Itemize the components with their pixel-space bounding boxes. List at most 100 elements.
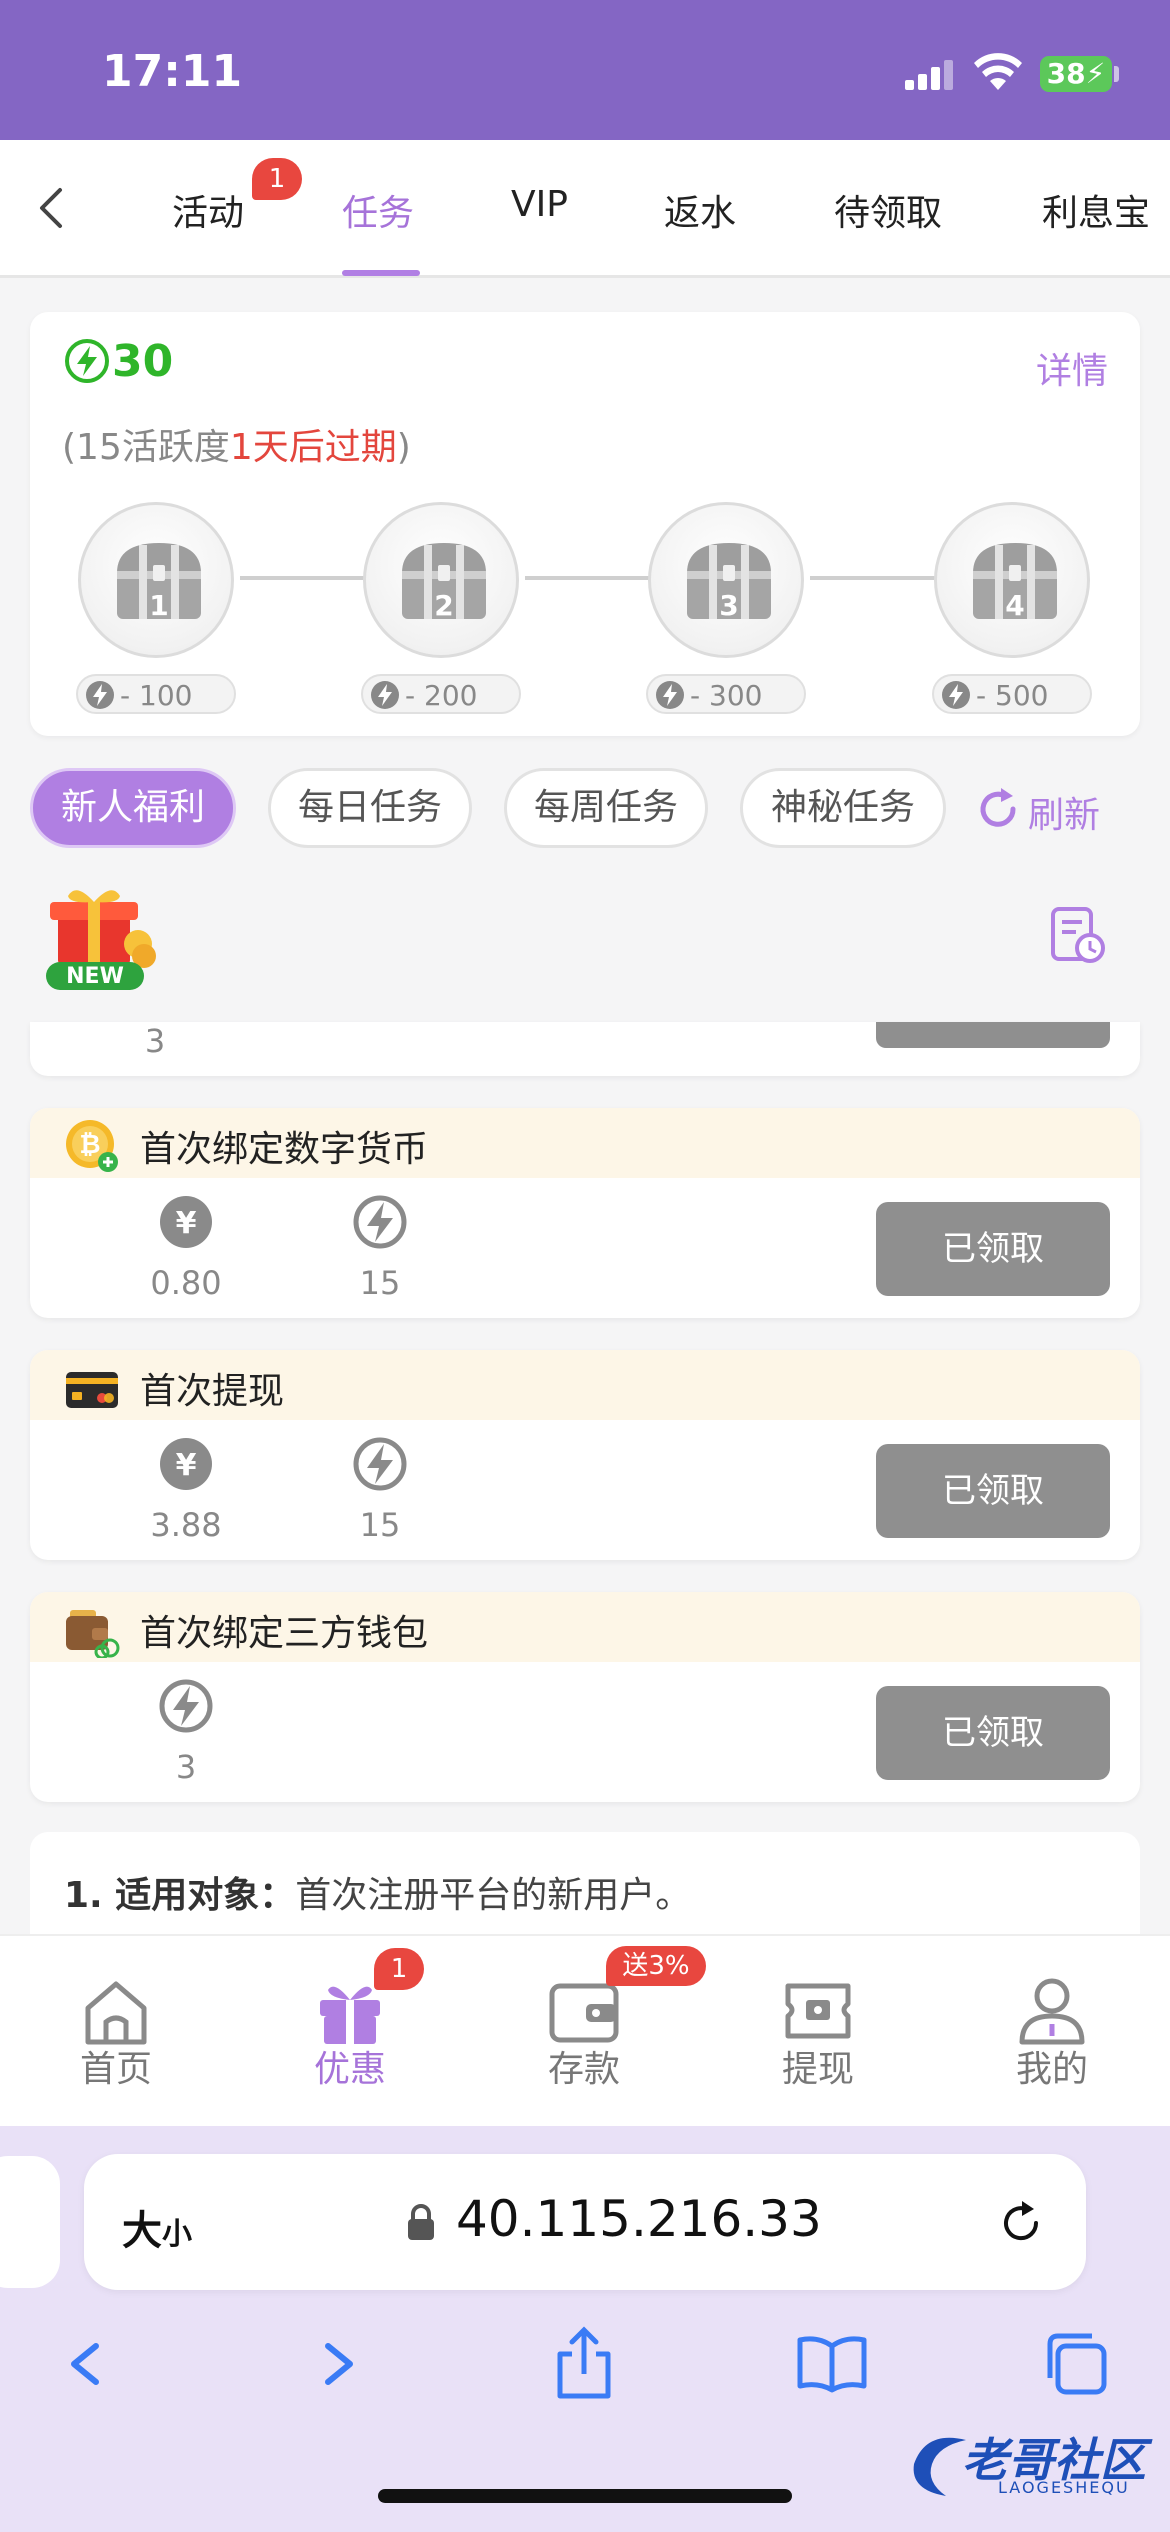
task-header: 首次提现 bbox=[30, 1350, 1140, 1420]
status-bar: 17:11 38⚡ bbox=[0, 0, 1170, 140]
category-newbie[interactable]: 新人福利 bbox=[30, 768, 236, 848]
yuan-icon: ¥ bbox=[160, 1196, 212, 1248]
chest-cost: - 300 bbox=[646, 674, 806, 714]
bolt-icon bbox=[353, 1437, 407, 1491]
battery-icon: 38⚡ bbox=[1040, 56, 1112, 92]
yuan-icon: ¥ bbox=[160, 1438, 212, 1490]
withdraw-icon bbox=[785, 1983, 851, 2039]
points-value: 15 bbox=[359, 1506, 401, 1544]
status-time: 17:11 bbox=[102, 46, 243, 97]
top-tab-nav: 活动 1 任务 VIP 返水 待领取 利息宝 bbox=[0, 140, 1170, 278]
home-icon bbox=[85, 1981, 147, 2045]
task-title: 首次绑定三方钱包 bbox=[140, 1613, 429, 1654]
tab-tasks[interactable]: 任务 bbox=[342, 184, 414, 236]
reward-value: 3 bbox=[144, 1022, 166, 1060]
claimed-button[interactable]: 已领取 bbox=[876, 1202, 1110, 1296]
signal-icon bbox=[905, 58, 955, 90]
treasure-chest-4[interactable]: 4 bbox=[934, 502, 1090, 658]
task-header: 首次绑定三方钱包 bbox=[30, 1592, 1140, 1662]
rules-label: 1. 适用对象： bbox=[64, 1875, 296, 1916]
claimed-button[interactable]: 已领取 bbox=[876, 1444, 1110, 1538]
chest-cost: - 100 bbox=[76, 674, 236, 714]
back-arrow-icon[interactable] bbox=[28, 178, 76, 238]
points-reward: 15 bbox=[320, 1194, 440, 1302]
bolt-icon bbox=[656, 681, 684, 709]
money-reward: ¥ 0.80 bbox=[126, 1194, 246, 1302]
nav-withdraw[interactable]: 提现 bbox=[738, 1936, 898, 2128]
reload-icon[interactable] bbox=[996, 2198, 1046, 2248]
browser-forward-icon[interactable] bbox=[298, 2324, 378, 2404]
share-icon[interactable] bbox=[544, 2324, 624, 2404]
chest-number: 1 bbox=[149, 589, 169, 622]
url-text: 40.115.216.33 bbox=[456, 2190, 822, 2248]
rules-content: 首次注册平台的新用户。 bbox=[295, 1875, 692, 1916]
nav-promotions-badge: 1 bbox=[374, 1948, 424, 1990]
previous-tab-preview[interactable] bbox=[0, 2156, 60, 2288]
tab-interest[interactable]: 利息宝 bbox=[1042, 184, 1150, 236]
bookmarks-icon[interactable] bbox=[792, 2324, 872, 2404]
new-gift-icon: NEW bbox=[46, 890, 156, 990]
battery-cap bbox=[1114, 66, 1119, 82]
treasure-chest-1[interactable]: 1 bbox=[78, 502, 234, 658]
bolt-icon bbox=[371, 681, 399, 709]
category-mystery[interactable]: 神秘任务 bbox=[740, 768, 946, 848]
claimed-button[interactable]: 已领取 bbox=[876, 1686, 1110, 1780]
treasure-chest-2[interactable]: 2 bbox=[363, 502, 519, 658]
money-reward: ¥ 3.88 bbox=[126, 1436, 246, 1544]
points-reward: 3 bbox=[126, 1678, 246, 1786]
bolt-icon bbox=[942, 681, 970, 709]
chest-cost: - 200 bbox=[361, 674, 521, 714]
task-header: ₿ 首次绑定数字货币 bbox=[30, 1108, 1140, 1178]
chest-cost: - 500 bbox=[932, 674, 1092, 714]
tab-rebate[interactable]: 返水 bbox=[664, 184, 736, 236]
points-reward: 15 bbox=[320, 1436, 440, 1544]
watermark-subtext: LAOGESHEQU bbox=[998, 2478, 1130, 2497]
category-daily[interactable]: 每日任务 bbox=[268, 768, 472, 848]
record-history-icon[interactable] bbox=[1050, 906, 1106, 964]
refresh-icon[interactable] bbox=[975, 786, 1021, 832]
bolt-icon bbox=[353, 1195, 407, 1249]
activity-bolt-icon bbox=[65, 339, 109, 383]
svg-text:¥: ¥ bbox=[176, 1448, 197, 1483]
tabs-icon[interactable] bbox=[1038, 2324, 1118, 2404]
bolt-icon bbox=[86, 681, 114, 709]
user-icon bbox=[1019, 1978, 1085, 2045]
rules-text: 1. 适用对象：首次注册平台的新用户。 bbox=[64, 1866, 691, 1918]
refresh-button[interactable]: 刷新 bbox=[1028, 786, 1100, 838]
task-card: 首次绑定三方钱包 3 已领取 bbox=[30, 1592, 1140, 1802]
new-badge-text: NEW bbox=[66, 964, 124, 989]
address-bar[interactable]: 大小 40.115.216.33 bbox=[84, 2154, 1086, 2290]
money-value: 3.88 bbox=[150, 1506, 222, 1544]
chest-number: 2 bbox=[434, 589, 454, 622]
details-link[interactable]: 详情 bbox=[1036, 342, 1108, 394]
text-size-button[interactable]: 大小 bbox=[122, 2198, 192, 2256]
bitcoin-icon: ₿ bbox=[66, 1120, 118, 1172]
svg-text:¥: ¥ bbox=[176, 1206, 197, 1241]
task-card-partial: 3 bbox=[30, 1022, 1140, 1076]
expire-text: (15活跃度1天后过期) bbox=[62, 418, 411, 470]
deposit-bonus-badge: 送3% bbox=[606, 1946, 706, 1986]
browser-back-icon[interactable] bbox=[46, 2324, 126, 2404]
points-value: 3 bbox=[175, 1748, 197, 1786]
tab-active-underline bbox=[342, 270, 420, 276]
bottom-nav: 首页 优惠 1 存款 送3% 提现 我的 bbox=[0, 1934, 1170, 2126]
task-card: ₿ 首次绑定数字货币 ¥ 0.80 15 已领取 bbox=[30, 1108, 1140, 1318]
task-card: 首次提现 ¥ 3.88 15 已领取 bbox=[30, 1350, 1140, 1560]
expire-prefix: (15活跃度 bbox=[62, 427, 230, 468]
tab-pending[interactable]: 待领取 bbox=[834, 184, 942, 236]
points-value: 15 bbox=[359, 1264, 401, 1302]
claimed-button-edge bbox=[876, 1022, 1110, 1048]
tab-activity[interactable]: 活动 bbox=[172, 184, 244, 236]
category-weekly[interactable]: 每周任务 bbox=[504, 768, 708, 848]
chest-number: 3 bbox=[719, 589, 739, 622]
home-indicator bbox=[378, 2489, 792, 2503]
wallet-link-icon bbox=[66, 1610, 120, 1658]
nav-profile[interactable]: 我的 bbox=[972, 1936, 1132, 2128]
tab-vip[interactable]: VIP bbox=[511, 184, 568, 225]
chest-number: 4 bbox=[1005, 589, 1025, 622]
treasure-chest-3[interactable]: 3 bbox=[648, 502, 804, 658]
bolt-icon bbox=[159, 1679, 213, 1733]
wallet-icon bbox=[549, 1983, 619, 2043]
nav-home[interactable]: 首页 bbox=[36, 1936, 196, 2128]
wifi-icon bbox=[974, 53, 1022, 90]
